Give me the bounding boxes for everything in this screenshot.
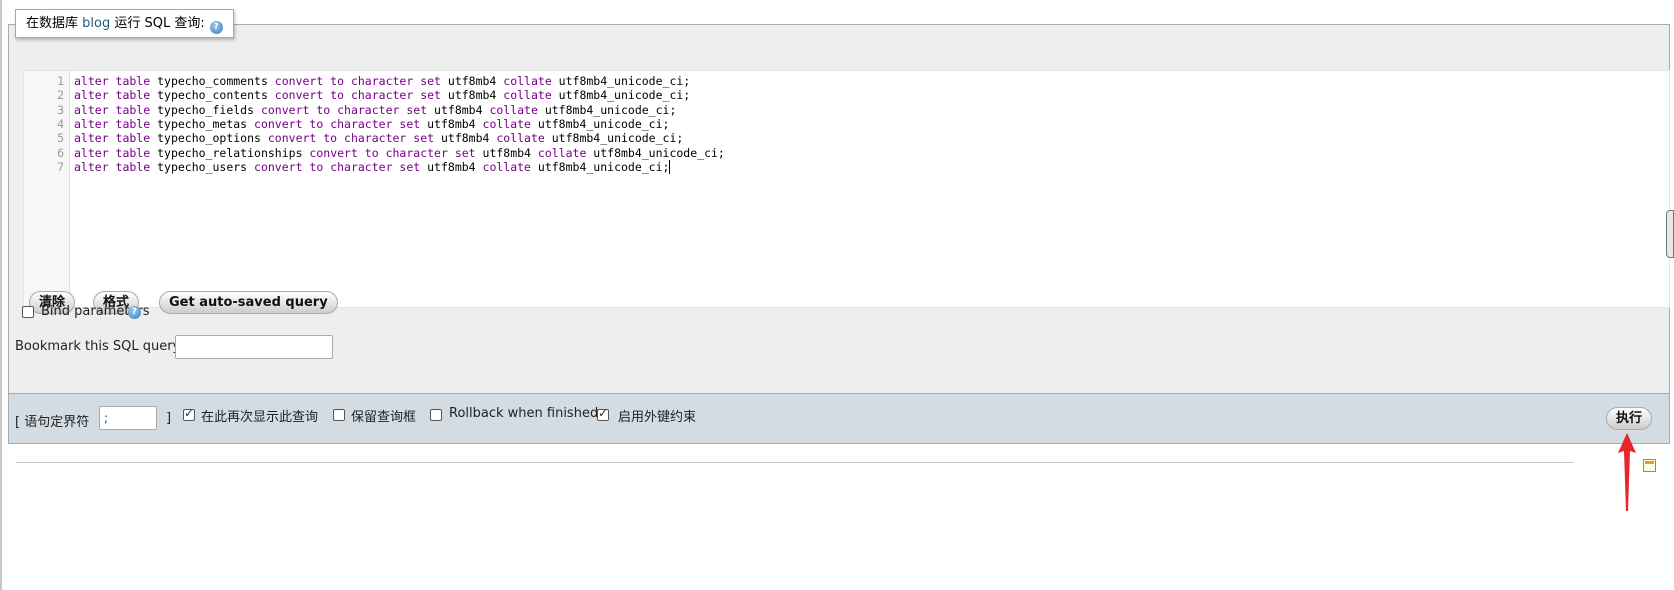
table-name: typecho_fields	[150, 102, 261, 117]
charset-name: utf8mb4	[440, 74, 504, 88]
sql-keyword: alter table	[74, 145, 151, 160]
help-icon[interactable]: ?	[209, 21, 223, 34]
legend-prefix: 在数据库	[26, 16, 79, 31]
line-number: 4	[57, 116, 64, 131]
sql-keyword: collate	[503, 88, 552, 103]
charset-name: utf8mb4	[434, 131, 497, 146]
code-line: alter table typecho_contents convert to …	[74, 88, 690, 103]
line-number: 7	[57, 159, 64, 174]
table-name: typecho_options	[150, 131, 268, 146]
sql-keyword: collate	[503, 74, 552, 88]
line-number: 3	[57, 102, 64, 117]
code-line: alter table typecho_options convert to c…	[74, 131, 683, 146]
collation-name: utf8mb4_unicode_ci;	[551, 74, 691, 88]
table-name: typecho_users	[150, 159, 255, 174]
side-scroll-handle[interactable]	[1666, 210, 1674, 258]
sql-query-panel: 1 2 3 4 5 6 7 alter table typecho_commen…	[8, 24, 1670, 444]
retain-query-box-label: 保留查询框	[351, 410, 417, 425]
collation-name: utf8mb4_unicode_ci;	[586, 145, 725, 160]
line-number: 2	[57, 88, 64, 103]
collation-name: utf8mb4_unicode_ci;	[537, 102, 677, 117]
foreign-key-checks-checkbox[interactable]	[597, 406, 609, 421]
collation-name: utf8mb4_unicode_ci;	[544, 131, 684, 146]
line-number-gutter: 1 2 3 4 5 6 7	[24, 71, 70, 307]
show-query-again-label: 在此再次显示此查询	[201, 410, 319, 425]
sql-keyword: convert to character set	[267, 131, 435, 146]
delimiter-input[interactable]	[99, 406, 157, 430]
table-name: typecho_relationships	[150, 145, 310, 160]
table-name: typecho_comments	[150, 74, 275, 88]
show-query-again-checkbox[interactable]	[183, 406, 195, 421]
sql-keyword: alter table	[74, 116, 151, 131]
bookmark-label: Bookmark this SQL query:	[15, 339, 184, 354]
collation-name: utf8mb4_unicode_ci;	[551, 88, 691, 103]
sql-keyword: collate	[496, 131, 545, 146]
charset-name: utf8mb4	[475, 145, 538, 160]
sql-keyword: convert to character set	[260, 102, 428, 117]
line-number: 1	[57, 74, 64, 88]
collation-name: utf8mb4_unicode_ci;	[530, 116, 670, 131]
divider	[16, 462, 1574, 463]
code-line: alter table typecho_comments convert to …	[74, 74, 690, 89]
sql-keyword: convert to character set	[274, 74, 441, 88]
line-number: 5	[57, 131, 64, 146]
bind-parameters-help-icon[interactable]: ?	[128, 306, 141, 319]
sql-keyword: collate	[537, 145, 587, 160]
bind-parameters-checkbox[interactable]	[22, 306, 34, 318]
sql-keyword: alter table	[74, 102, 151, 117]
bookmark-input[interactable]	[175, 335, 333, 359]
table-name: typecho_metas	[150, 116, 255, 131]
sql-keyword: convert to character set	[254, 116, 421, 131]
rollback-label: Rollback when finished	[449, 406, 599, 421]
sql-editor[interactable]: 1 2 3 4 5 6 7 alter table typecho_commen…	[23, 70, 1670, 308]
execute-button[interactable]: 执行	[1606, 407, 1653, 430]
charset-name: utf8mb4	[440, 88, 504, 103]
charset-name: utf8mb4	[420, 116, 483, 131]
foreign-key-checks-label: 启用外键约束	[618, 410, 697, 425]
line-number: 6	[57, 145, 64, 160]
sql-keyword: convert to character set	[309, 145, 476, 160]
code-line: alter table typecho_fields convert to ch…	[74, 103, 676, 118]
sql-keyword: alter table	[74, 88, 151, 103]
legend-suffix: 运行 SQL 查询:	[114, 16, 205, 31]
sql-keyword: collate	[489, 102, 538, 117]
sql-keyword: convert to character set	[254, 159, 421, 174]
query-options-bar: [ 语句定界符 ] 在此再次显示此查询 保留查询框 Rollback when …	[9, 393, 1669, 443]
query-panel-title: 在数据库 blog 运行 SQL 查询:?	[15, 9, 234, 38]
delimiter-close-bracket: ]	[166, 411, 172, 426]
table-name: typecho_contents	[150, 88, 275, 103]
code-line: alter table typecho_metas convert to cha…	[74, 117, 669, 132]
database-name-link[interactable]: blog	[82, 16, 110, 31]
red-arrow-annotation	[1618, 433, 1636, 511]
get-auto-saved-query-button[interactable]: Get auto-saved query	[159, 291, 338, 314]
sql-keyword: alter table	[74, 159, 151, 174]
text-cursor	[669, 159, 671, 174]
console-icon[interactable]	[1643, 459, 1656, 472]
code-line: alter table typecho_relationships conver…	[74, 146, 725, 161]
page-left-border	[0, 0, 2, 590]
retain-query-box-checkbox[interactable]	[333, 409, 345, 421]
sql-keyword: alter table	[74, 74, 151, 88]
collation-name: utf8mb4_unicode_ci;	[530, 159, 670, 174]
rollback-checkbox[interactable]	[430, 409, 442, 421]
delimiter-label: [ 语句定界符	[15, 415, 90, 430]
sql-keyword: collate	[482, 116, 531, 131]
sql-keyword: convert to character set	[274, 88, 441, 103]
charset-name: utf8mb4	[420, 159, 483, 174]
code-line: alter table typecho_users convert to cha…	[74, 159, 671, 175]
sql-keyword: alter table	[74, 131, 151, 146]
sql-keyword: collate	[482, 159, 531, 174]
charset-name: utf8mb4	[427, 102, 490, 117]
